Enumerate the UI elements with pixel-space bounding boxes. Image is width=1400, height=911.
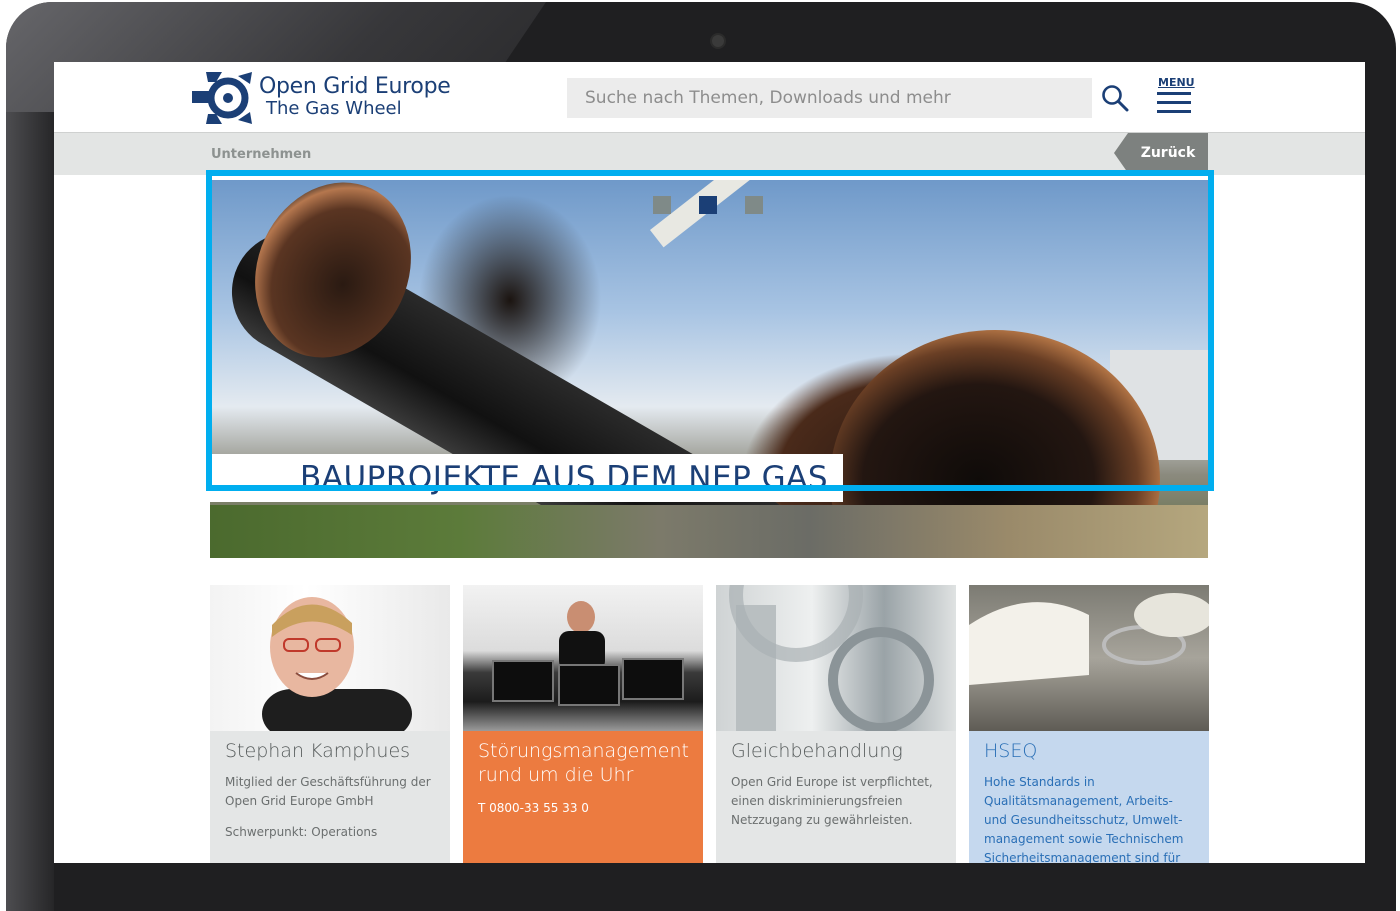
card-title[interactable]: Gleichbehandlung (731, 739, 903, 763)
hamburger-icon (1157, 92, 1191, 95)
card-text: Hohe Standards in Qualitätsmanagement, A… (984, 775, 1184, 863)
card-body: Stephan Kamphues Mitglied der Geschäftsf… (210, 731, 450, 863)
back-arrow-icon[interactable] (1114, 133, 1128, 173)
logo-title[interactable]: Open Grid Europe (259, 74, 451, 99)
person-icon (262, 597, 412, 739)
frame-edge (6, 112, 54, 911)
breadcrumb: Unternehmen Zurück (54, 132, 1365, 175)
menu-button[interactable]: MENU (1154, 76, 1195, 120)
hero-caption[interactable]: BAUPROJEKTE AUS DEM NEP GAS (300, 460, 828, 496)
hero-caption-box[interactable]: BAUPROJEKTE AUS DEM NEP GAS (210, 454, 843, 502)
control-room-image (463, 585, 703, 731)
valve-image (716, 585, 956, 733)
helmet-icon (969, 593, 1209, 685)
logo-subtitle[interactable]: The Gas Wheel (266, 98, 402, 119)
slider-dot-1[interactable] (653, 196, 671, 214)
slider-dot-2-active[interactable] (699, 196, 717, 214)
card-text: Open Grid Europe ist verpflichtet, einen… (731, 775, 933, 827)
site-header: Open Grid Europe The Gas Wheel Suche nac… (54, 62, 1365, 132)
card-body: HSEQ Hohe Standards in Qualitätsmanageme… (969, 731, 1209, 863)
card-text: Mitglied der Geschäftsführung der Open G… (225, 775, 431, 808)
card-hseq[interactable]: HSEQ Hohe Standards in Qualitätsmanageme… (969, 585, 1209, 863)
operator-icon (492, 601, 684, 706)
back-button[interactable]: Zurück (1128, 133, 1208, 173)
browser-screen: Open Grid Europe The Gas Wheel Suche nac… (54, 62, 1365, 863)
menu-label: MENU (1158, 76, 1195, 89)
hero-image-ground (210, 505, 1208, 558)
card-text-focus: Schwerpunkt: Operations (225, 825, 378, 839)
portrait-image (210, 585, 450, 739)
gas-wheel-logo-icon[interactable] (192, 72, 252, 124)
card-stephan-kamphues[interactable]: Stephan Kamphues Mitglied der Geschäftsf… (210, 585, 450, 863)
hamburger-icon-bar (1157, 110, 1191, 113)
card-body: Gleichbehandlung Open Grid Europe ist ve… (716, 731, 956, 863)
card-title[interactable]: Stephan Kamphues (225, 739, 410, 763)
search-input[interactable]: Suche nach Themen, Downloads und mehr (567, 78, 1092, 118)
card-body: Störungsmanagement rund um die Uhr T 080… (463, 731, 703, 863)
slider-dot-3[interactable] (745, 196, 763, 214)
card-gleichbehandlung[interactable]: Gleichbehandlung Open Grid Europe ist ve… (716, 585, 956, 863)
hamburger-icon-bar (1157, 101, 1191, 104)
card-title[interactable]: Störungsmanagement rund um die Uhr (478, 739, 693, 787)
search-icon[interactable] (1101, 84, 1129, 112)
card-title[interactable]: HSEQ (984, 739, 1037, 763)
valve-wheel-icon (729, 585, 934, 733)
card-stoerungsmanagement[interactable]: Störungsmanagement rund um die Uhr T 080… (463, 585, 703, 863)
phone-number[interactable]: T 0800-33 55 33 0 (478, 799, 690, 818)
safety-gear-image (969, 585, 1209, 731)
camera-icon (710, 33, 726, 49)
breadcrumb-current[interactable]: Unternehmen (211, 147, 311, 162)
